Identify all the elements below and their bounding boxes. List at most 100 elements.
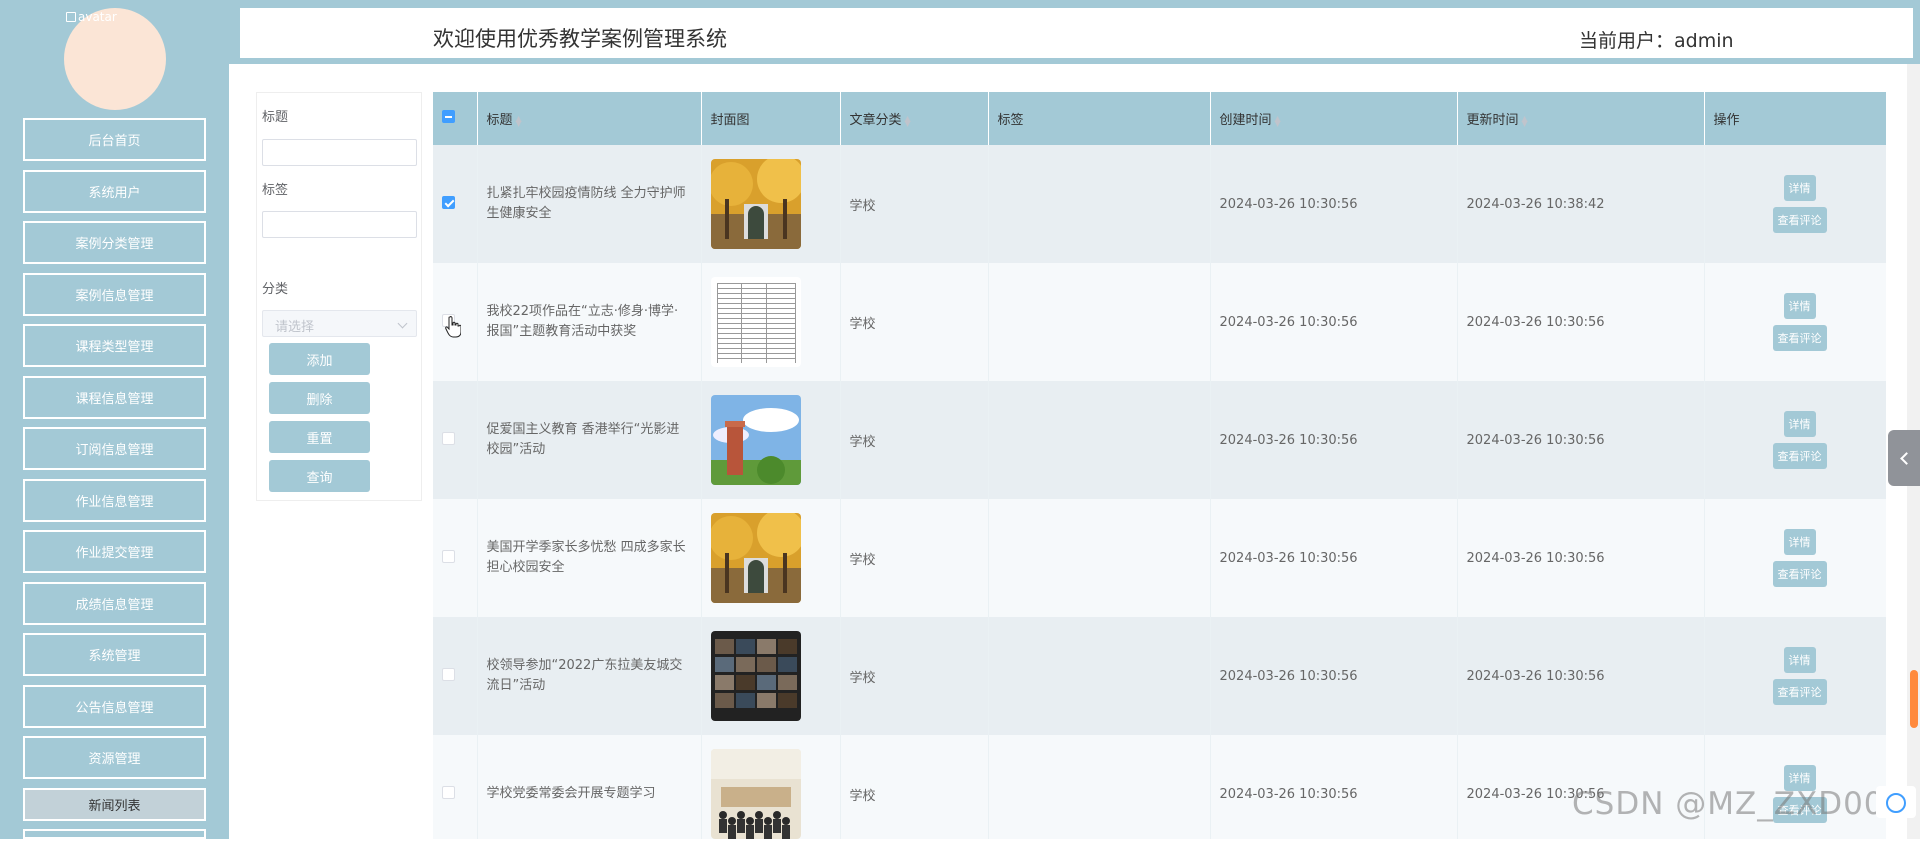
row-title: 我校22项作品在“立志·修身·博学·报国”主题教育活动中获奖 xyxy=(477,263,702,381)
row-created: 2024-03-26 10:30:56 xyxy=(1210,499,1458,617)
sidebar-item[interactable]: 案例分类管理 xyxy=(23,221,206,264)
row-title: 校领导参加“2022广东拉美友城交流日”活动 xyxy=(477,617,702,735)
col-category[interactable]: 文章分类 ▲ ▼ xyxy=(840,92,989,145)
add-button[interactable]: 添加 xyxy=(269,343,370,375)
row-checkbox[interactable] xyxy=(442,431,455,445)
sidebar-item[interactable]: 作业信息管理 xyxy=(23,478,206,522)
current-user: 当前用户：admin xyxy=(1579,30,1734,52)
sidebar-item[interactable]: 后台首页 xyxy=(23,118,206,161)
system-title: 欢迎使用优秀教学案例管理系统 xyxy=(433,27,727,51)
sidebar-item[interactable]: 系统管理 xyxy=(23,633,206,676)
row-updated: 2024-03-26 10:38:42 xyxy=(1457,145,1705,263)
row-checkbox[interactable] xyxy=(442,667,455,681)
row-checkbox[interactable] xyxy=(442,785,455,799)
search-panel: 标题 标签 分类 请选择 添加 删除 重置 查询 xyxy=(256,92,422,501)
news-table: 标题 ▲ ▼ 封面图 文章分类 ▲ ▼ 标签 创建时间 ▲ ▼ 更新时间 ▲ ▼ 操作 扎紧扎牢… xyxy=(433,92,1886,839)
sort-icon[interactable]: ▲ ▼ xyxy=(1522,114,1528,127)
row-title: 扎紧扎牢校园疫情防线 全力守护师生健康安全 xyxy=(477,145,702,263)
detail-button[interactable]: 详情 xyxy=(1783,175,1816,201)
row-select-cell xyxy=(433,499,478,617)
table-row[interactable]: 校领导参加“2022广东拉美友城交流日”活动 学校 2024-03-26 10:30… xyxy=(433,617,1886,735)
sidebar-item[interactable]: 公告信息管理 xyxy=(23,684,206,728)
view-comments-button[interactable]: 查看评论 xyxy=(1772,443,1827,469)
view-comments-button[interactable]: 查看评论 xyxy=(1772,325,1827,351)
sidebar-item-partial[interactable] xyxy=(23,829,206,839)
row-category: 学校 xyxy=(840,381,989,499)
detail-button[interactable]: 详情 xyxy=(1783,647,1816,673)
col-actions: 操作 xyxy=(1704,92,1886,145)
row-tag xyxy=(988,145,1211,263)
tag-label: 标签 xyxy=(262,183,289,198)
table-row[interactable]: 扎紧扎牢校园疫情防线 全力守护师生健康安全 学校 2024-03-26 10:30:… xyxy=(433,145,1886,263)
row-created: 2024-03-26 10:30:56 xyxy=(1210,381,1458,499)
reset-button[interactable]: 重置 xyxy=(269,421,370,453)
row-title: 美国开学季家长多忧愁 四成多家长担心校园安全 xyxy=(477,499,702,617)
sort-icon[interactable]: ▲ ▼ xyxy=(1275,114,1281,127)
avatar-alt-text: avatar xyxy=(78,10,117,24)
assistant-icon[interactable] xyxy=(1876,786,1916,818)
sidebar-item[interactable]: 新闻列表 xyxy=(23,787,206,821)
row-checkbox[interactable] xyxy=(442,195,455,209)
sidebar-item[interactable]: 案例信息管理 xyxy=(23,272,206,316)
select-all-cell xyxy=(433,92,478,145)
sidebar-item[interactable]: 成绩信息管理 xyxy=(23,581,206,625)
query-button[interactable]: 查询 xyxy=(269,460,370,492)
sort-icon[interactable]: ▲ ▼ xyxy=(905,114,911,127)
sidebar-item[interactable]: 作业提交管理 xyxy=(23,530,206,573)
sidebar: avatar 后台首页系统用户案例分类管理 案例信息管理 课程类型管理 课程信息管理订… xyxy=(0,0,229,839)
row-tag xyxy=(988,499,1211,617)
col-updated[interactable]: 更新时间 ▲ ▼ xyxy=(1457,92,1705,145)
view-comments-button[interactable]: 查看评论 xyxy=(1772,679,1827,705)
detail-button[interactable]: 详情 xyxy=(1783,293,1816,319)
row-actions: 详情 查看评论 xyxy=(1704,617,1886,735)
select-all-checkbox[interactable] xyxy=(442,110,455,123)
row-checkbox[interactable] xyxy=(442,549,455,563)
cover-image xyxy=(710,277,801,367)
title-input[interactable] xyxy=(262,139,417,166)
side-collapse-tab[interactable] xyxy=(1888,430,1920,486)
row-category: 学校 xyxy=(840,263,989,381)
table-row[interactable]: 美国开学季家长多忧愁 四成多家长担心校园安全 学校 2024-03-26 10:30… xyxy=(433,499,1886,617)
row-select-cell xyxy=(433,735,478,839)
row-created: 2024-03-26 10:30:56 xyxy=(1210,145,1458,263)
row-title: 促爱国主义教育 香港举行“光影进校园”活动 xyxy=(477,381,702,499)
sidebar-item[interactable]: 订阅信息管理 xyxy=(23,427,206,470)
row-tag xyxy=(988,263,1211,381)
row-select-cell xyxy=(433,381,478,499)
row-tag xyxy=(988,381,1211,499)
row-tag xyxy=(988,617,1211,735)
table-row[interactable]: 促爱国主义教育 香港举行“光影进校园”活动 学校 2024-03-26 10:30:… xyxy=(433,381,1886,499)
row-actions: 详情 查看评论 xyxy=(1704,381,1886,499)
sidebar-item[interactable]: 课程信息管理 xyxy=(23,375,206,419)
delete-button[interactable]: 删除 xyxy=(269,382,370,414)
top-header: 欢迎使用优秀教学案例管理系统 当前用户：admin xyxy=(229,0,1920,64)
sort-icon[interactable]: ▲ ▼ xyxy=(516,114,522,127)
header-panel: 欢迎使用优秀教学案例管理系统 当前用户：admin xyxy=(237,5,1916,61)
sidebar-item[interactable]: 系统用户 xyxy=(23,169,206,213)
row-cover xyxy=(701,263,841,381)
view-comments-button[interactable]: 查看评论 xyxy=(1772,207,1827,233)
row-category: 学校 xyxy=(840,617,989,735)
category-select[interactable]: 请选择 xyxy=(262,310,417,337)
col-tag: 标签 xyxy=(988,92,1211,145)
title-label: 标题 xyxy=(262,110,289,125)
avatar: avatar xyxy=(64,8,166,110)
detail-button[interactable]: 详情 xyxy=(1783,411,1816,437)
col-created[interactable]: 创建时间 ▲ ▼ xyxy=(1210,92,1458,145)
cover-image xyxy=(710,395,801,485)
category-placeholder: 请选择 xyxy=(275,320,315,335)
scroll-thumb[interactable] xyxy=(1910,670,1918,728)
row-cover xyxy=(701,145,841,263)
row-title: 学校党委常委会开展专题学习 xyxy=(477,735,702,839)
sidebar-item[interactable]: 资源管理 xyxy=(23,736,206,779)
row-cover xyxy=(701,617,841,735)
detail-button[interactable]: 详情 xyxy=(1783,529,1816,555)
row-tag xyxy=(988,735,1211,839)
col-title[interactable]: 标题 ▲ ▼ xyxy=(477,92,702,145)
sidebar-item[interactable]: 课程类型管理 xyxy=(23,324,206,367)
view-comments-button[interactable]: 查看评论 xyxy=(1772,561,1827,587)
row-cover xyxy=(701,499,841,617)
tag-input[interactable] xyxy=(262,211,417,238)
col-cover: 封面图 xyxy=(701,92,841,145)
table-row[interactable]: 我校22项作品在“立志·修身·博学·报国”主题教育活动中获奖 学校 2024-03-… xyxy=(433,263,1886,381)
